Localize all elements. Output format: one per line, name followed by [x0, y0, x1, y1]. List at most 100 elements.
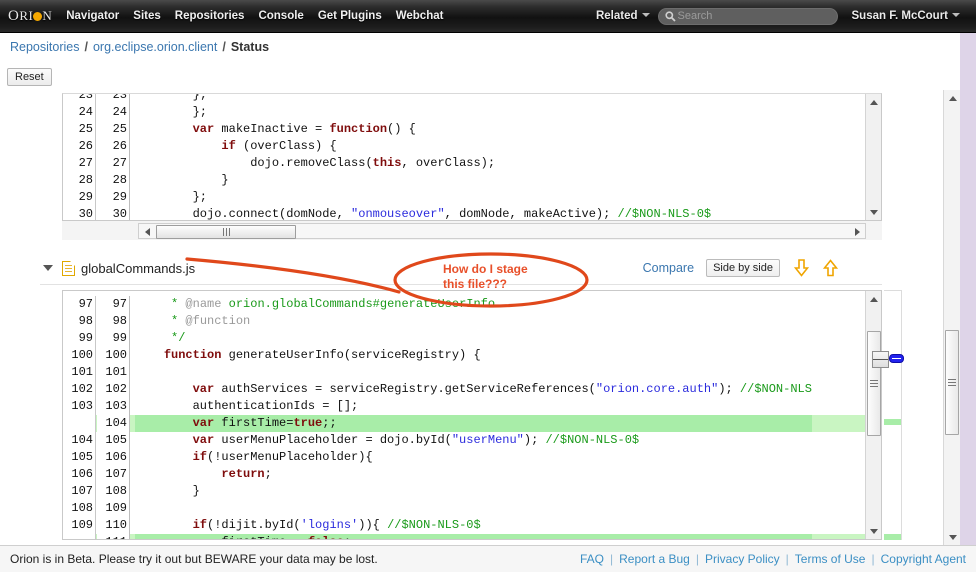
breadcrumb-separator: /: [84, 40, 88, 54]
scroll-up-arrow-icon[interactable]: [866, 291, 882, 307]
gutter-new-line: 98: [112, 314, 127, 328]
nav-navigator[interactable]: Navigator: [66, 10, 119, 22]
search-input[interactable]: [677, 10, 837, 22]
orion-logo[interactable]: ORI N: [8, 8, 52, 25]
code-line[interactable]: };: [135, 104, 711, 121]
previous-diff-arrow-icon[interactable]: [823, 259, 838, 277]
gutter-old-line: 103: [71, 399, 93, 413]
file-name-label[interactable]: globalCommands.js: [81, 261, 195, 276]
code-token: if: [221, 139, 236, 153]
code-line[interactable]: }: [135, 483, 812, 500]
code-line[interactable]: [135, 364, 812, 381]
code-line[interactable]: if(!userMenuPlaceholder){: [135, 449, 812, 466]
code-line[interactable]: function generateUserInfo(serviceRegistr…: [135, 347, 812, 364]
footer-link-faq[interactable]: FAQ: [580, 552, 604, 566]
main-diff-code[interactable]: * @name orion.globalCommands#generateUse…: [135, 296, 812, 539]
code-line[interactable]: if(!dijit.byId('logins')){ //$NON-NLS-0$: [135, 517, 812, 534]
code-folding-icon[interactable]: [872, 351, 889, 368]
gutter-new-line: 108: [105, 484, 127, 498]
gutter-old-line: 106: [71, 467, 93, 481]
page-scroll-up-arrow-icon[interactable]: [944, 90, 961, 106]
code-line[interactable]: dojo.removeClass(this, overClass);: [135, 155, 711, 172]
code-line[interactable]: var firstTime=true;;: [135, 415, 812, 432]
code-line[interactable]: };: [135, 189, 711, 206]
code-token: , overClass);: [401, 156, 496, 170]
code-line[interactable]: authenticationIds = [];: [135, 398, 812, 415]
footer-link-report-a-bug[interactable]: Report a Bug: [619, 552, 690, 566]
gutter-old-line: 100: [71, 348, 93, 362]
footer-link-terms-of-use[interactable]: Terms of Use: [795, 552, 866, 566]
code-line[interactable]: */: [135, 330, 812, 347]
related-menu[interactable]: Related: [596, 10, 650, 22]
gutter-old-line: 25: [78, 122, 93, 136]
code-token: authenticationIds = [];: [135, 399, 359, 413]
gutter-new-line: 30: [112, 207, 127, 220]
grip-icon: [948, 377, 956, 388]
footer-link-privacy-policy[interactable]: Privacy Policy: [705, 552, 780, 566]
code-token: )){: [358, 518, 388, 532]
code-line[interactable]: dojo.connect(domNode, "onmouseover", dom…: [135, 206, 712, 220]
hscroll-thumb[interactable]: [156, 225, 296, 239]
nav-repositories[interactable]: Repositories: [175, 10, 245, 22]
scroll-down-arrow-icon[interactable]: [866, 523, 882, 539]
gutter-new-line: 106: [105, 450, 127, 464]
code-line[interactable]: return;: [135, 466, 812, 483]
nav-get-plugins[interactable]: Get Plugins: [318, 10, 382, 22]
breadcrumb-project[interactable]: org.eclipse.orion.client: [93, 40, 217, 54]
top-panel-horizontal-scrollbar[interactable]: [62, 221, 882, 240]
scroll-right-arrow-icon[interactable]: [849, 224, 865, 240]
next-diff-arrow-icon[interactable]: [794, 259, 809, 277]
code-line[interactable]: if (overClass) {: [135, 138, 711, 155]
code-line[interactable]: firstTime = false;: [135, 534, 812, 539]
code-line[interactable]: var userMenuPlaceholder = dojo.byId("use…: [135, 432, 812, 449]
top-diff-code[interactable]: }; }; var makeInactive = function() { if…: [135, 94, 712, 220]
scroll-left-arrow-icon[interactable]: [139, 224, 155, 240]
code-token: userMenuPlaceholder = dojo.byId(: [214, 433, 452, 447]
page-scroll-down-arrow-icon[interactable]: [944, 529, 961, 545]
reset-button[interactable]: Reset: [7, 68, 52, 86]
code-line[interactable]: * @function: [135, 313, 812, 330]
code-token: 'logins': [300, 518, 359, 532]
main-gutter-new-lines: 97 98 99 100 101 102 103 104 105 106 107 108 109 110 1…: [97, 296, 130, 539]
top-panel-vertical-scrollbar[interactable]: [865, 94, 881, 220]
breadcrumb-repositories[interactable]: Repositories: [10, 40, 79, 54]
code-token: //$NON-NLS: [739, 382, 812, 396]
overview-ruler-mark[interactable]: [884, 419, 901, 425]
main-scroll-thumb[interactable]: [867, 331, 881, 436]
related-menu-label: Related: [595, 10, 638, 22]
code-line[interactable]: * @name orion.globalCommands#generateUse…: [135, 296, 812, 313]
compare-link[interactable]: Compare: [643, 261, 694, 275]
code-line[interactable]: };: [135, 94, 711, 104]
page-scroll-thumb[interactable]: [945, 330, 959, 435]
side-by-side-button[interactable]: Side by side: [706, 259, 780, 277]
code-token: @name: [185, 297, 222, 311]
code-token: var: [192, 122, 215, 136]
diff-overview-ruler[interactable]: [884, 290, 902, 540]
grip-icon: [222, 223, 231, 241]
code-line[interactable]: var authServices = serviceRegistry.getSe…: [135, 381, 812, 398]
expand-collapse-twisty-icon[interactable]: [40, 260, 56, 276]
scroll-down-arrow-icon[interactable]: [866, 204, 882, 220]
search-box[interactable]: [657, 7, 838, 25]
main-panel-vertical-scrollbar[interactable]: [865, 291, 881, 539]
gutter-old-line: 30: [78, 207, 93, 220]
overview-ruler-mark[interactable]: [884, 534, 901, 540]
code-line[interactable]: var makeInactive = function() {: [135, 121, 711, 138]
code-line[interactable]: }: [135, 172, 711, 189]
scroll-up-arrow-icon[interactable]: [866, 94, 882, 110]
user-menu[interactable]: Susan F. McCourt: [852, 10, 960, 22]
footer-link-separator: |: [871, 552, 875, 566]
code-token: "onmouseover": [351, 207, 445, 220]
diff-annotation-marker-icon[interactable]: [889, 354, 904, 363]
breadcrumb-current: Status: [230, 40, 270, 54]
gutter-new-line: 26: [112, 139, 127, 153]
hscroll-track[interactable]: [138, 223, 866, 239]
page-vertical-scrollbar[interactable]: [943, 90, 960, 545]
nav-console[interactable]: Console: [258, 10, 303, 22]
nav-sites[interactable]: Sites: [133, 10, 161, 22]
nav-webchat[interactable]: Webchat: [396, 10, 444, 22]
code-line[interactable]: [135, 500, 812, 517]
footer-link-copyright-agent[interactable]: Copyright Agent: [881, 552, 966, 566]
